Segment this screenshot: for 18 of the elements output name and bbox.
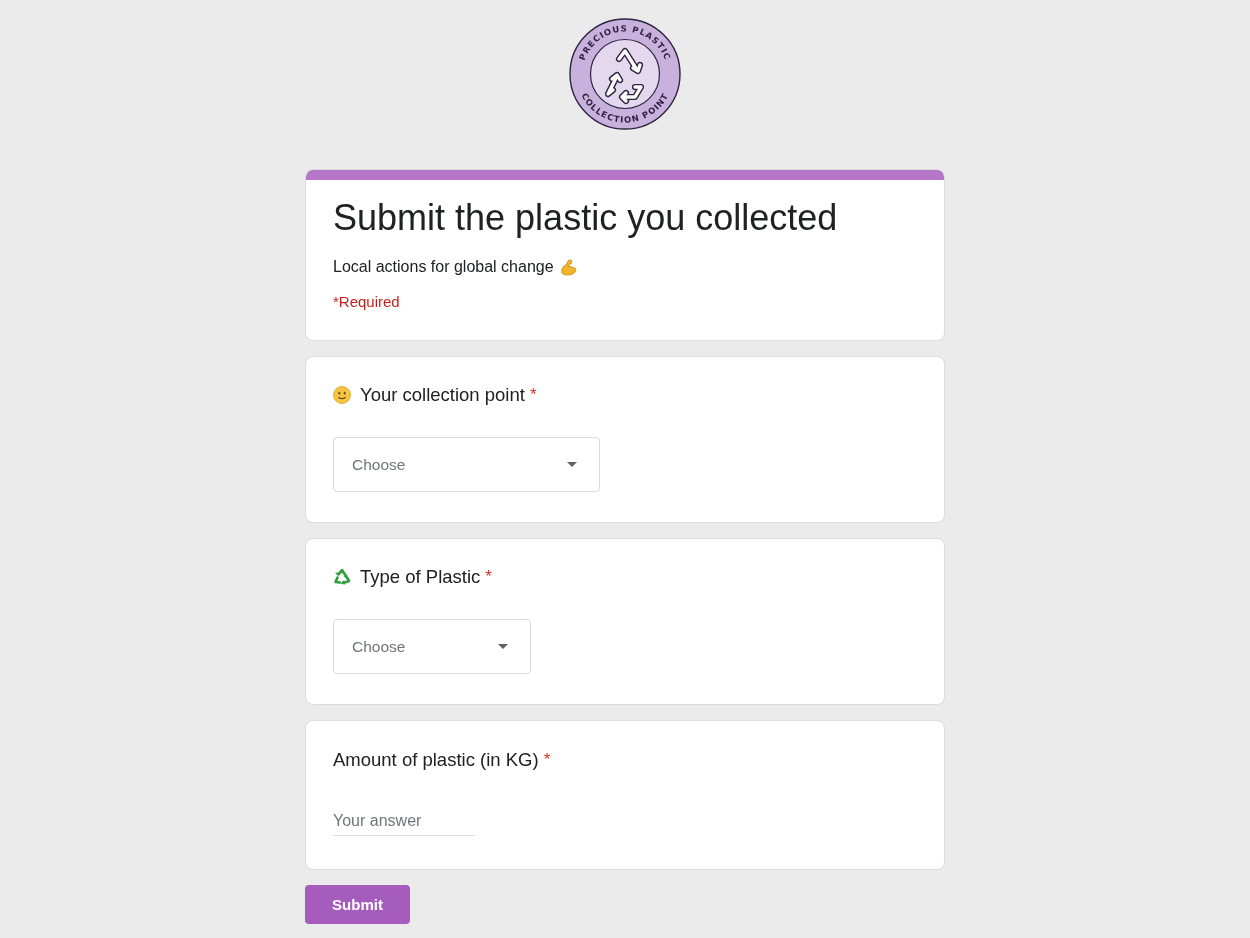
caret-icon: [498, 644, 508, 649]
question-title: Your collection point: [360, 383, 525, 407]
required-mark: *: [543, 749, 551, 771]
form-title: Submit the plastic you collected: [333, 196, 839, 240]
dropdown[interactable]: Choose: [333, 437, 600, 492]
form-description: Local actions for global change: [333, 257, 554, 277]
flexed-arm-icon: [558, 258, 577, 276]
recycle-icon: [333, 568, 351, 586]
answer-field[interactable]: Your answer: [333, 806, 475, 836]
required-mark: *: [485, 566, 492, 588]
smiley-face-icon: [333, 386, 351, 404]
required-mark: *: [529, 384, 537, 406]
caret-icon: [567, 462, 577, 467]
question-title: Type of Plastic: [360, 565, 481, 589]
dropdown[interactable]: Choose: [333, 619, 531, 674]
required-note: *Required: [333, 292, 401, 312]
question-title: Amount of plastic (in KG): [333, 748, 539, 772]
submit-button[interactable]: Submit: [305, 885, 410, 924]
